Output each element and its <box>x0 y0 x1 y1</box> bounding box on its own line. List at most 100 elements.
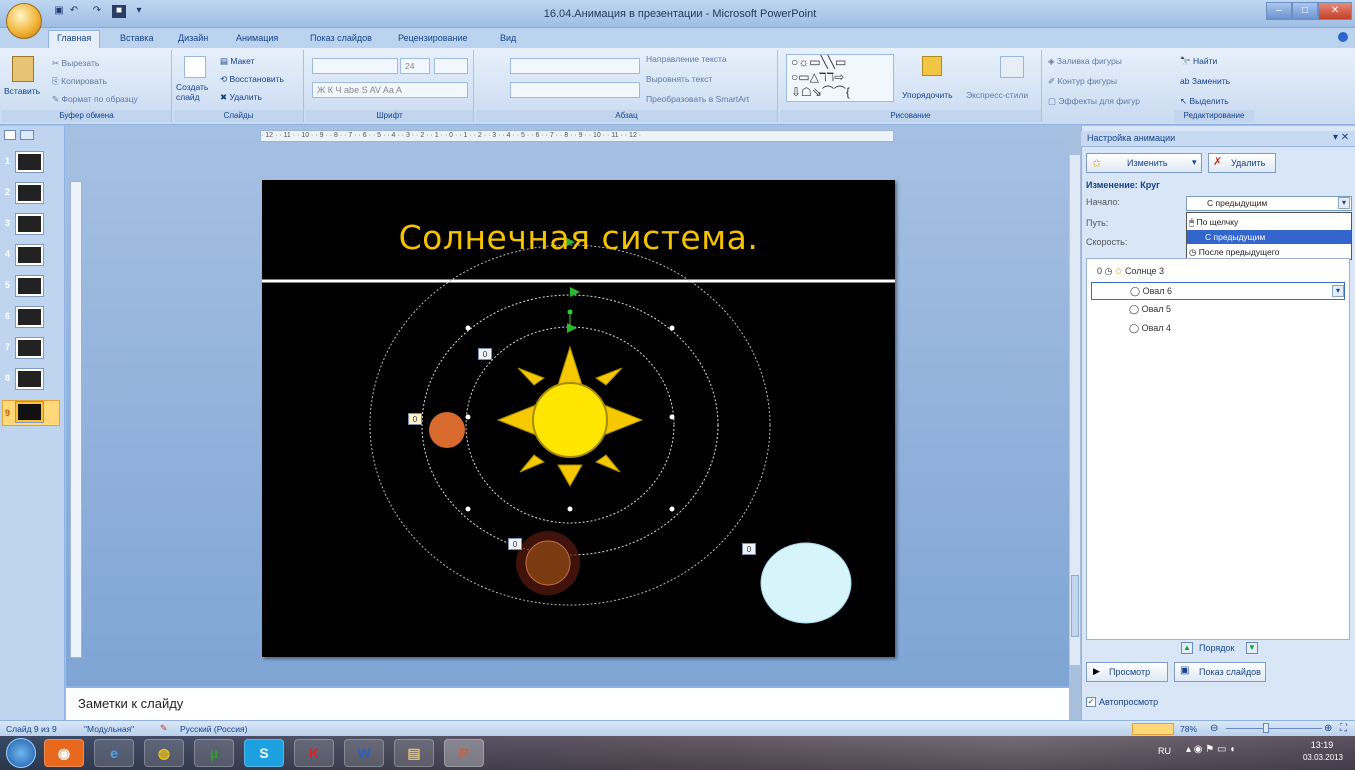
slide-thumbnail-5[interactable] <box>16 276 43 296</box>
effect-item-oval6[interactable]: ◯ Овал 6 ▾ <box>1091 282 1345 300</box>
slide-thumbnail-8[interactable] <box>16 369 43 389</box>
redo-icon[interactable]: ↷ <box>90 5 104 18</box>
cut-button[interactable]: ✂ Вырезать <box>52 58 99 69</box>
close-button[interactable]: ✕ <box>1318 2 1352 20</box>
quick-styles-button[interactable]: Экспресс-стили <box>966 90 1028 100</box>
zoom-slider-thumb[interactable] <box>1263 723 1269 733</box>
effect-dropdown-arrow-icon[interactable]: ▾ <box>1332 285 1344 297</box>
text-direction-button[interactable]: Направление текста <box>646 54 727 64</box>
animation-tag[interactable]: 0 <box>742 543 756 555</box>
explorer-icon[interactable]: ▤ <box>394 739 434 767</box>
move-down-icon[interactable]: ▼ <box>1246 642 1258 654</box>
input-language[interactable]: RU <box>1158 746 1171 756</box>
delete-slide-button[interactable]: ✖ Удалить <box>220 92 262 103</box>
zoom-in-icon[interactable]: ⊕ <box>1324 723 1332 734</box>
slide-thumbnail-7[interactable] <box>16 338 43 358</box>
undo-icon[interactable]: ↶ <box>67 5 81 18</box>
animation-tag[interactable]: 0 <box>478 348 492 360</box>
arrange-button[interactable]: Упорядочить <box>902 90 953 100</box>
find-button[interactable]: 🔭 Найти <box>1180 56 1217 67</box>
minimize-button[interactable]: – <box>1266 2 1292 20</box>
editor-scrollbar[interactable] <box>1069 155 1080 665</box>
kaspersky-icon[interactable]: K <box>294 739 334 767</box>
tab-design[interactable]: Дизайн <box>178 33 208 43</box>
option-after-previous[interactable]: ◷ После предыдущего <box>1189 245 1349 259</box>
tab-animation[interactable]: Анимация <box>236 33 278 43</box>
skype-icon[interactable]: S <box>244 739 284 767</box>
slide-thumbnail-1[interactable] <box>16 152 43 172</box>
font-size-box[interactable]: 24 <box>400 58 430 74</box>
select-button[interactable]: ↖ Выделить <box>1180 96 1229 107</box>
slide-title[interactable]: Солнечная система. <box>262 218 895 257</box>
scrollbar-thumb[interactable] <box>1071 575 1079 637</box>
tab-home[interactable]: Главная <box>48 30 101 48</box>
word-icon[interactable]: W <box>344 739 384 767</box>
zoom-level[interactable]: 78% <box>1180 724 1197 734</box>
effect-item-oval5[interactable]: ◯ Овал 5 <box>1129 304 1171 315</box>
spellcheck-icon[interactable]: ✎ <box>160 723 168 734</box>
reset-button[interactable]: ⟲ Восстановить <box>220 74 284 85</box>
copy-button[interactable]: ⎘ Копировать <box>52 76 107 87</box>
qat-customize-icon[interactable]: ▾ <box>132 5 146 18</box>
font-format-buttons[interactable]: Ж К Ч abe S AV Aa A <box>312 82 468 98</box>
font-name-box[interactable] <box>312 58 398 74</box>
smartart-button[interactable]: Преобразовать в SmartArt <box>646 94 749 104</box>
align-text-button[interactable]: Выровнять текст <box>646 74 712 84</box>
view-buttons[interactable] <box>1132 723 1174 735</box>
paste-button[interactable]: Вставить <box>4 86 40 96</box>
layout-button[interactable]: ▤ Макет <box>220 56 254 67</box>
shape-outline-button[interactable]: ✐ Контур фигуры <box>1048 76 1117 87</box>
tab-slideshow[interactable]: Показ слайдов <box>310 33 372 43</box>
tab-review[interactable]: Рецензирование <box>398 33 468 43</box>
internet-explorer-icon[interactable]: e <box>94 739 134 767</box>
animation-tag[interactable]: 0 <box>508 538 522 550</box>
replace-button[interactable]: ab Заменить <box>1180 76 1230 86</box>
office-button[interactable] <box>6 3 42 39</box>
autopreview-checkbox[interactable]: ✓ <box>1086 697 1096 707</box>
animation-tag[interactable]: 0 <box>408 413 422 425</box>
new-slide-button[interactable]: Создать слайд <box>176 82 216 102</box>
align-buttons[interactable] <box>510 82 640 98</box>
save-icon[interactable]: ▣ <box>52 5 66 18</box>
clock-time[interactable]: 13:19 <box>1300 740 1344 750</box>
outline-view-tab[interactable] <box>20 130 34 140</box>
media-player-icon[interactable]: ◉ <box>44 739 84 767</box>
help-icon[interactable] <box>1338 32 1348 42</box>
start-button[interactable] <box>6 738 36 768</box>
pane-close-icon[interactable]: ▾ ✕ <box>1333 132 1349 143</box>
zoom-out-icon[interactable]: ⊖ <box>1210 723 1218 734</box>
option-on-click[interactable]: 🖱 По щелчку <box>1189 215 1349 229</box>
slide-thumbnail-2[interactable] <box>16 183 43 203</box>
option-with-previous[interactable]: С предыдущим <box>1187 230 1351 244</box>
font-grow-buttons[interactable] <box>434 58 468 74</box>
fit-window-icon[interactable]: ⛶ <box>1340 723 1347 734</box>
powerpoint-icon[interactable]: P <box>444 739 484 767</box>
shape-fill-button[interactable]: ◈ Заливка фигуры <box>1048 56 1122 67</box>
shape-effects-button[interactable]: ▢ Эффекты для фигур <box>1048 96 1140 107</box>
start-select[interactable]: С предыдущим <box>1186 196 1352 211</box>
language-label[interactable]: Русский (Россия) <box>180 724 247 734</box>
shapes-gallery[interactable]: ○☼▭╲╲▭ ○▭△ℸℸ⇨ ⇩☖⇘⌒⌒{ <box>786 54 894 102</box>
slide-thumbnail-4[interactable] <box>16 245 43 265</box>
format-painter-button[interactable]: ✎ Формат по образцу <box>52 94 138 105</box>
start-select-arrow-icon[interactable]: ▾ <box>1338 197 1350 209</box>
maximize-button[interactable]: □ <box>1292 2 1318 20</box>
effect-item-oval4[interactable]: ◯ Овал 4 <box>1129 323 1171 334</box>
change-effect-button[interactable]: Изменить <box>1086 153 1202 173</box>
zoom-slider[interactable] <box>1226 728 1322 729</box>
slide-thumbnail-9[interactable] <box>16 402 43 422</box>
effect-item-sun[interactable]: 0 ◷ ✩ Солнце 3 <box>1097 266 1164 277</box>
slide-thumbnail-3[interactable] <box>16 214 43 234</box>
slides-view-tab[interactable] <box>4 130 16 140</box>
clock-date[interactable]: 03.03.2013 <box>1298 753 1348 762</box>
chrome-icon[interactable]: ◍ <box>144 739 184 767</box>
slideshow-icon[interactable]: ■ <box>112 5 126 18</box>
move-up-icon[interactable]: ▲ <box>1181 642 1193 654</box>
tab-view[interactable]: Вид <box>500 33 516 43</box>
utorrent-icon[interactable]: µ <box>194 739 234 767</box>
tray-icons[interactable]: ▴ ◉ ⚑ ▭ ◖ <box>1186 744 1235 755</box>
slide-canvas[interactable]: Солнечная система. 0 0 0 0 <box>262 180 895 657</box>
slide-thumbnail-6[interactable] <box>16 307 43 327</box>
list-buttons[interactable] <box>510 58 640 74</box>
notes-pane[interactable]: Заметки к слайду <box>66 686 1069 720</box>
